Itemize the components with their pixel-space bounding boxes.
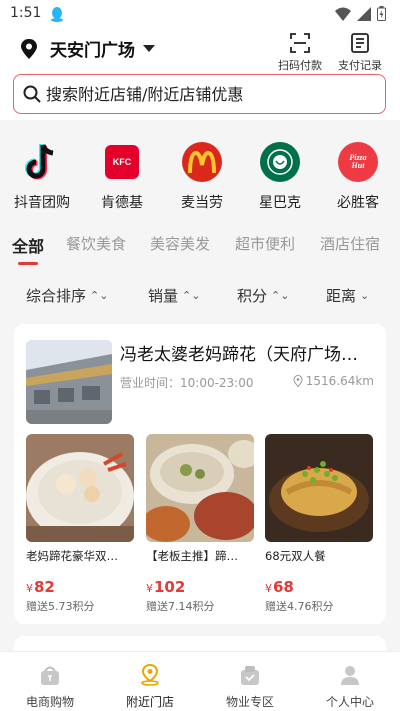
location-pin-icon bbox=[293, 375, 303, 387]
filter-bar: 综合排序 ⌃⌄ 销量 ⌃⌄ 积分 ⌃⌄ 距离 ⌄ bbox=[0, 276, 400, 312]
starbucks-logo-icon bbox=[260, 142, 300, 182]
brand-kfc[interactable]: KFC 肯德基 bbox=[82, 142, 162, 212]
brand-label: 必胜客 bbox=[337, 195, 379, 211]
shop-photo bbox=[26, 340, 112, 424]
sort-icon: ⌃⌄ bbox=[271, 289, 290, 302]
property-icon bbox=[241, 666, 259, 685]
brand-pizzahut[interactable]: Pizza Hut 必胜客 bbox=[318, 142, 398, 212]
filter-sales[interactable]: 销量 ⌃⌄ bbox=[148, 285, 200, 306]
deal-price: ¥102 bbox=[146, 578, 186, 596]
deal-item[interactable]: 68元双人餐 ¥68 赠送4.76积分 bbox=[265, 434, 373, 614]
filter-distance[interactable]: 距离 ⌄ bbox=[326, 285, 369, 306]
search-input[interactable] bbox=[46, 84, 366, 104]
kfc-logo-icon: KFC bbox=[105, 145, 139, 179]
shopping-bag-icon bbox=[41, 666, 59, 685]
shop-card[interactable]: 冯老太婆老妈蹄花（天府广场… 营业时间：10:00-23:00 1516.64k… bbox=[14, 324, 386, 624]
deal-points: 赠送5.73积分 bbox=[26, 600, 95, 613]
tab-beauty[interactable]: 美容美发 bbox=[150, 233, 210, 254]
deal-name: 【老板主推】蹄… bbox=[146, 549, 238, 563]
filter-label: 积分 bbox=[237, 287, 268, 305]
status-bar: 1:51 bbox=[0, 0, 400, 28]
chevron-down-icon: ⌄ bbox=[360, 289, 370, 302]
deal-photo bbox=[265, 434, 373, 542]
deal-points: 赠送7.14积分 bbox=[146, 600, 215, 613]
search-bar[interactable] bbox=[13, 74, 386, 114]
location-selector[interactable]: 天安门广场 bbox=[18, 36, 155, 61]
scan-pay-label: 扫码付款 bbox=[278, 59, 322, 72]
payment-records-button[interactable]: 支付记录 bbox=[333, 32, 387, 73]
deal-price: ¥82 bbox=[26, 578, 55, 596]
location-name: 天安门广场 bbox=[50, 41, 135, 61]
nav-shopping[interactable]: 电商购物 bbox=[0, 652, 100, 711]
deal-name: 68元双人餐 bbox=[265, 549, 326, 563]
tiktok-logo-icon bbox=[22, 142, 62, 182]
filter-label: 距离 bbox=[326, 287, 357, 305]
deal-photo bbox=[26, 434, 134, 542]
filter-overall-sort[interactable]: 综合排序 ⌃⌄ bbox=[26, 285, 108, 306]
shop-title: 冯老太婆老妈蹄花（天府广场… bbox=[120, 345, 358, 365]
filter-points[interactable]: 积分 ⌃⌄ bbox=[237, 285, 289, 306]
deal-item[interactable]: 【老板主推】蹄… ¥102 赠送7.14积分 bbox=[146, 434, 254, 614]
battery-icon bbox=[377, 6, 386, 25]
nav-profile[interactable]: 个人中心 bbox=[300, 652, 400, 711]
search-icon bbox=[23, 85, 41, 103]
deal-photo bbox=[146, 434, 254, 542]
tab-supermarket[interactable]: 超市便利 bbox=[235, 233, 295, 254]
brand-label: 星巴克 bbox=[259, 195, 301, 211]
receipt-icon bbox=[351, 33, 369, 53]
category-tabs: 全部 餐饮美食 美容美发 超市便利 酒店住宿 bbox=[0, 225, 400, 265]
filter-label: 销量 bbox=[148, 287, 179, 305]
header: 天安门广场 扫码付款 支付记录 bbox=[0, 28, 400, 120]
caret-down-icon bbox=[143, 45, 155, 52]
brand-tiktok[interactable]: 抖音团购 bbox=[2, 142, 82, 212]
deal-item[interactable]: 老妈蹄花豪华双… ¥82 赠送5.73积分 bbox=[26, 434, 134, 614]
filter-label: 综合排序 bbox=[26, 287, 87, 305]
nav-label: 电商购物 bbox=[25, 695, 74, 709]
shop-distance: 1516.64km bbox=[293, 374, 374, 388]
mcdonalds-logo-icon bbox=[182, 142, 222, 182]
sort-icon: ⌃⌄ bbox=[182, 289, 201, 302]
bottom-nav: 电商购物 附近门店 物业专区 个人中心 bbox=[0, 651, 400, 711]
shop-hours: 营业时间：10:00-23:00 bbox=[120, 376, 254, 390]
nav-property[interactable]: 物业专区 bbox=[200, 652, 300, 711]
scan-pay-button[interactable]: 扫码付款 bbox=[273, 32, 327, 73]
nearby-store-icon bbox=[141, 663, 159, 686]
nav-label: 附近门店 bbox=[125, 695, 174, 709]
brand-starbucks[interactable]: 星巴克 bbox=[240, 142, 320, 212]
scan-icon bbox=[290, 33, 310, 53]
deal-points: 赠送4.76积分 bbox=[265, 600, 334, 613]
signal-icon bbox=[357, 6, 371, 25]
deal-price: ¥68 bbox=[265, 578, 294, 596]
tab-all[interactable]: 全部 bbox=[12, 233, 44, 265]
user-icon bbox=[341, 666, 359, 685]
brand-shortcuts: 抖音团购 KFC 肯德基 麦当劳 星巴克 Pizza Hut 必胜客 bbox=[0, 120, 400, 220]
tab-food[interactable]: 餐饮美食 bbox=[66, 233, 126, 254]
payment-records-label: 支付记录 bbox=[338, 59, 382, 72]
pizzahut-logo-icon: Pizza Hut bbox=[338, 142, 378, 182]
distance-value: 1516.64km bbox=[305, 374, 374, 388]
nav-label: 个人中心 bbox=[325, 695, 374, 709]
deal-name: 老妈蹄花豪华双… bbox=[26, 549, 118, 563]
brand-label: 麦当劳 bbox=[181, 195, 223, 211]
tab-hotel[interactable]: 酒店住宿 bbox=[320, 233, 380, 254]
location-pin-icon bbox=[21, 38, 37, 59]
nav-nearby[interactable]: 附近门店 bbox=[100, 652, 200, 711]
brand-mcdonalds[interactable]: 麦当劳 bbox=[162, 142, 242, 212]
brand-label: 肯德基 bbox=[101, 195, 143, 211]
status-time: 1:51 bbox=[10, 5, 42, 21]
brand-label: 抖音团购 bbox=[14, 195, 70, 211]
qq-notification-icon bbox=[50, 6, 64, 26]
sort-icon: ⌃⌄ bbox=[90, 289, 109, 302]
nav-label: 物业专区 bbox=[225, 695, 274, 709]
wifi-icon bbox=[335, 6, 351, 25]
